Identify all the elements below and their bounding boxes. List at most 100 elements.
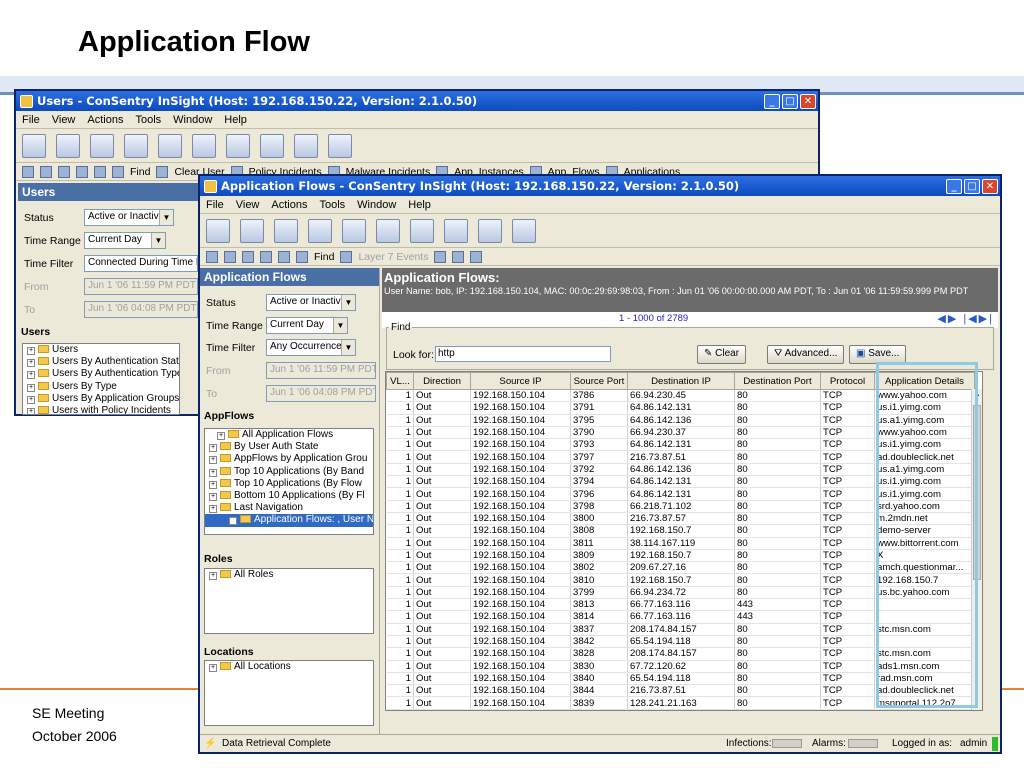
users-window-titlebar[interactable]: Users - ConSentry InSight (Host: 192.168… <box>16 91 818 111</box>
clear-button[interactable]: ✎ Clear <box>697 345 747 364</box>
column-header[interactable]: VL... <box>386 372 414 390</box>
user-window-icon[interactable] <box>410 218 434 243</box>
search-icon[interactable] <box>124 133 148 158</box>
chevron-down-icon[interactable]: ▼ <box>333 318 347 333</box>
forward-arrow-icon[interactable] <box>278 250 290 263</box>
maximize-icon[interactable]: □ <box>964 178 980 194</box>
expand-icon[interactable]: + <box>209 505 217 514</box>
menu-item-view[interactable]: View <box>236 199 260 211</box>
column-header[interactable]: Source Port <box>570 372 628 390</box>
column-header[interactable]: Direction <box>413 372 471 390</box>
tree-item[interactable]: + Top 10 Applications (By Flow <box>205 478 373 490</box>
minimize-icon[interactable]: _ <box>764 93 780 109</box>
tree-item[interactable]: + All Roles <box>205 569 373 581</box>
menu-item-file[interactable]: File <box>22 114 40 126</box>
dashboard-icon[interactable] <box>22 133 46 158</box>
tree-item[interactable]: + Bottom 10 Applications (By Fl <box>205 490 373 502</box>
new-icon[interactable] <box>22 165 34 178</box>
new-icon[interactable] <box>206 250 218 263</box>
search-icon[interactable] <box>308 218 332 243</box>
to-field[interactable]: Jun 1 '06 04:08 PM PDT <box>266 385 376 402</box>
layer7-events-button[interactable]: Layer 7 Events <box>358 251 428 263</box>
users-tree[interactable]: + Users + Users By Authentication State + Use… <box>22 343 180 415</box>
chevron-down-icon[interactable]: ▼ <box>341 340 355 355</box>
status-select[interactable]: Active or Inactive ▼ <box>266 294 356 311</box>
expand-icon[interactable]: + <box>229 517 237 526</box>
menu-item-window[interactable]: Window <box>173 114 212 126</box>
expand-icon[interactable]: + <box>209 468 217 477</box>
malware-icon[interactable] <box>274 218 298 243</box>
tree-item[interactable]: + AppFlows by Application Grou <box>205 453 373 465</box>
time-filter-select[interactable]: Any Occurrence ▼ <box>266 339 356 356</box>
users-icon[interactable] <box>342 218 366 243</box>
chart-icon[interactable] <box>56 133 80 158</box>
refresh-icon[interactable] <box>58 165 70 178</box>
flow-icon[interactable] <box>260 133 284 158</box>
menu-item-actions[interactable]: Actions <box>271 199 307 211</box>
menu-item-file[interactable]: File <box>206 199 224 211</box>
menu-item-actions[interactable]: Actions <box>87 114 123 126</box>
column-header[interactable]: Destination IP <box>627 372 735 390</box>
window-icon[interactable] <box>376 218 400 243</box>
from-field[interactable]: Jun 1 '06 11:59 PM PDT <box>84 278 198 295</box>
expand-icon[interactable]: + <box>27 407 35 414</box>
find-button[interactable]: Find <box>314 251 334 263</box>
close-icon[interactable]: ✕ <box>800 93 816 109</box>
time-range-select[interactable]: Current Day ▼ <box>84 232 166 249</box>
expand-icon[interactable]: + <box>209 664 217 672</box>
print-icon[interactable] <box>452 250 465 263</box>
binoculars-icon[interactable] <box>296 250 308 263</box>
expand-icon[interactable]: + <box>209 456 217 465</box>
keyboard-icon[interactable] <box>512 218 536 243</box>
minimize-icon[interactable]: _ <box>946 178 962 194</box>
column-header[interactable]: Destination Port <box>734 372 821 390</box>
menu-item-view[interactable]: View <box>52 114 76 126</box>
chart-icon[interactable] <box>240 218 264 243</box>
tree-item[interactable]: + Users <box>23 344 179 356</box>
expand-icon[interactable]: + <box>27 383 35 392</box>
refresh-icon[interactable] <box>242 250 254 263</box>
menu-item-tools[interactable]: Tools <box>319 199 345 211</box>
window-icon[interactable] <box>192 133 216 158</box>
malware-icon[interactable] <box>90 133 114 158</box>
look-for-input[interactable]: http <box>435 346 611 362</box>
from-field[interactable]: Jun 1 '06 11:59 PM PDT <box>266 362 376 379</box>
tree-item[interactable]: + By User Auth State <box>205 441 373 453</box>
expand-icon[interactable]: + <box>209 572 217 580</box>
time-range-select[interactable]: Current Day ▼ <box>266 317 348 334</box>
roles-tree[interactable]: + All Roles <box>204 568 374 634</box>
tree-item[interactable]: + Users By Authentication State <box>23 356 179 368</box>
find-button[interactable]: Find <box>130 166 150 178</box>
time-filter-select[interactable]: Connected During Time R <box>84 255 198 272</box>
status-select[interactable]: Active or Inactive ▼ <box>84 209 174 226</box>
chevron-down-icon[interactable]: ▼ <box>159 210 173 225</box>
back-arrow-icon[interactable] <box>260 250 272 263</box>
report-icon[interactable] <box>478 218 502 243</box>
open-icon[interactable] <box>40 165 52 178</box>
dashboard-icon[interactable] <box>206 218 230 243</box>
expand-icon[interactable]: + <box>209 480 217 489</box>
menu-item-help[interactable]: Help <box>224 114 247 126</box>
chevron-down-icon[interactable]: ▼ <box>341 295 355 310</box>
expand-icon[interactable]: + <box>27 371 35 380</box>
open-icon[interactable] <box>224 250 236 263</box>
advanced-button[interactable]: ⛛ Advanced... <box>767 345 845 364</box>
tree-item[interactable]: + Users By Type <box>23 381 179 393</box>
app-flows-titlebar[interactable]: Application Flows - ConSentry InSight (H… <box>200 176 1000 196</box>
keyboard-icon[interactable] <box>328 133 352 158</box>
tree-item[interactable]: + Users with Policy Incidents <box>23 405 179 414</box>
tree-item[interactable]: + All Application Flows <box>205 429 373 441</box>
clear-user-icon[interactable] <box>156 165 169 178</box>
menu-item-window[interactable]: Window <box>357 199 396 211</box>
expand-icon[interactable]: + <box>27 347 35 355</box>
export-icon[interactable] <box>434 250 447 263</box>
chevron-down-icon[interactable]: ▼ <box>151 233 165 248</box>
expand-icon[interactable]: + <box>27 359 35 368</box>
expand-icon[interactable]: + <box>217 432 225 440</box>
tree-item[interactable]: + Application Flows: , User N <box>205 514 373 527</box>
expand-icon[interactable]: + <box>209 444 217 453</box>
menu-item-tools[interactable]: Tools <box>135 114 161 126</box>
maximize-icon[interactable]: □ <box>782 93 798 109</box>
appflows-tree[interactable]: + All Application Flows + By User Auth Stat… <box>204 428 374 535</box>
column-header[interactable]: Source IP <box>470 372 571 390</box>
